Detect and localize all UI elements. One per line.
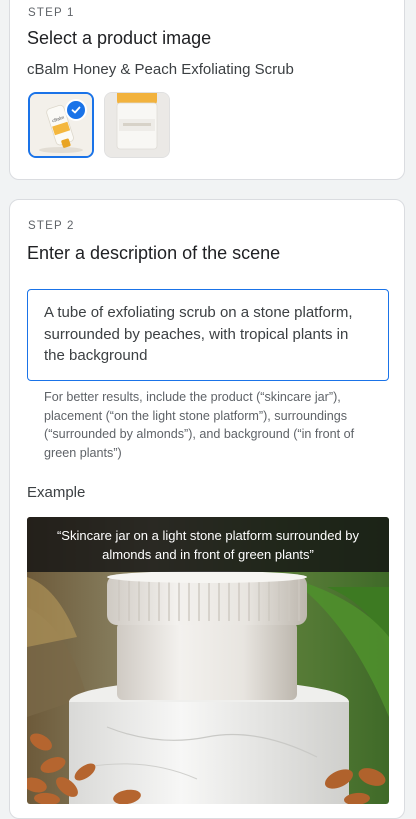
helper-text: For better results, include the product … bbox=[44, 390, 355, 460]
step2-card: STEP 2 Enter a description of the scene … bbox=[9, 199, 405, 819]
product-thumbnail-2[interactable] bbox=[104, 92, 170, 158]
jar-product-image bbox=[105, 93, 169, 157]
example-image: “Skincare jar on a light stone platform … bbox=[27, 517, 389, 804]
step1-card: STEP 1 Select a product image cBalm Hone… bbox=[9, 0, 405, 180]
scene-description-input[interactable]: A tube of exfoliating scrub on a stone p… bbox=[27, 289, 389, 381]
product-thumbnail-1[interactable]: cBalm bbox=[28, 92, 94, 158]
step1-title: Select a product image bbox=[27, 28, 212, 48]
example-label: Example bbox=[27, 484, 86, 501]
step2-title: Enter a description of the scene bbox=[27, 243, 281, 263]
step2-label: STEP 2 bbox=[28, 220, 75, 232]
product-name: cBalm Honey & Peach Exfoliating Scrub bbox=[27, 61, 294, 78]
step1-label: STEP 1 bbox=[28, 7, 75, 19]
check-icon bbox=[65, 99, 87, 121]
example-caption: “Skincare jar on a light stone platform … bbox=[27, 517, 389, 572]
